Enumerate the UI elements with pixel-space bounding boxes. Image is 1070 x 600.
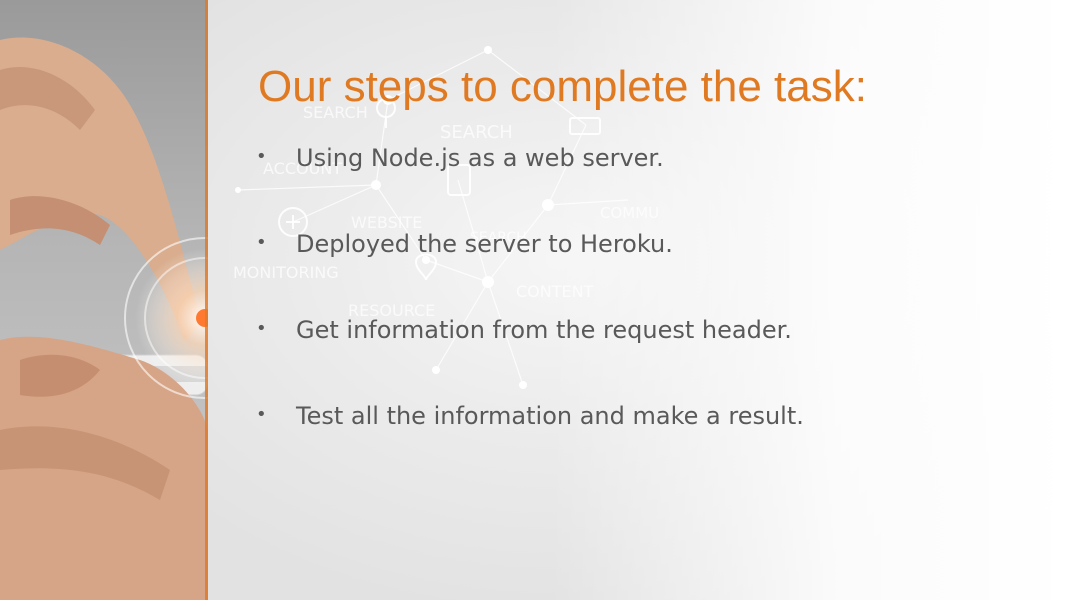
bullet-text: Using Node.js as a web server.: [296, 144, 664, 172]
bullet-marker: •: [256, 318, 267, 339]
monitor-icon: [569, 117, 601, 135]
bullet-text: Get information from the request header.: [296, 316, 792, 344]
bullet-marker: •: [256, 232, 267, 253]
bullet-marker: •: [256, 404, 267, 425]
hand-holding-phone-icon: [0, 37, 208, 600]
slide-title: Our steps to complete the task:: [258, 62, 867, 111]
bullet-text: Test all the information and make a resu…: [296, 402, 804, 430]
hand-phone-photo: [0, 0, 208, 600]
bullet-marker: •: [256, 146, 267, 167]
network-word: SEARCH: [440, 122, 513, 143]
network-word: MONITORING: [233, 263, 339, 282]
slide: SEARCH SEARCH ACCOUNT WEBSITE SEARCH COM…: [0, 0, 1070, 600]
network-word: COMMU: [600, 204, 659, 222]
network-word: CONTENT: [516, 282, 594, 301]
bullet-text: Deployed the server to Heroku.: [296, 230, 673, 258]
